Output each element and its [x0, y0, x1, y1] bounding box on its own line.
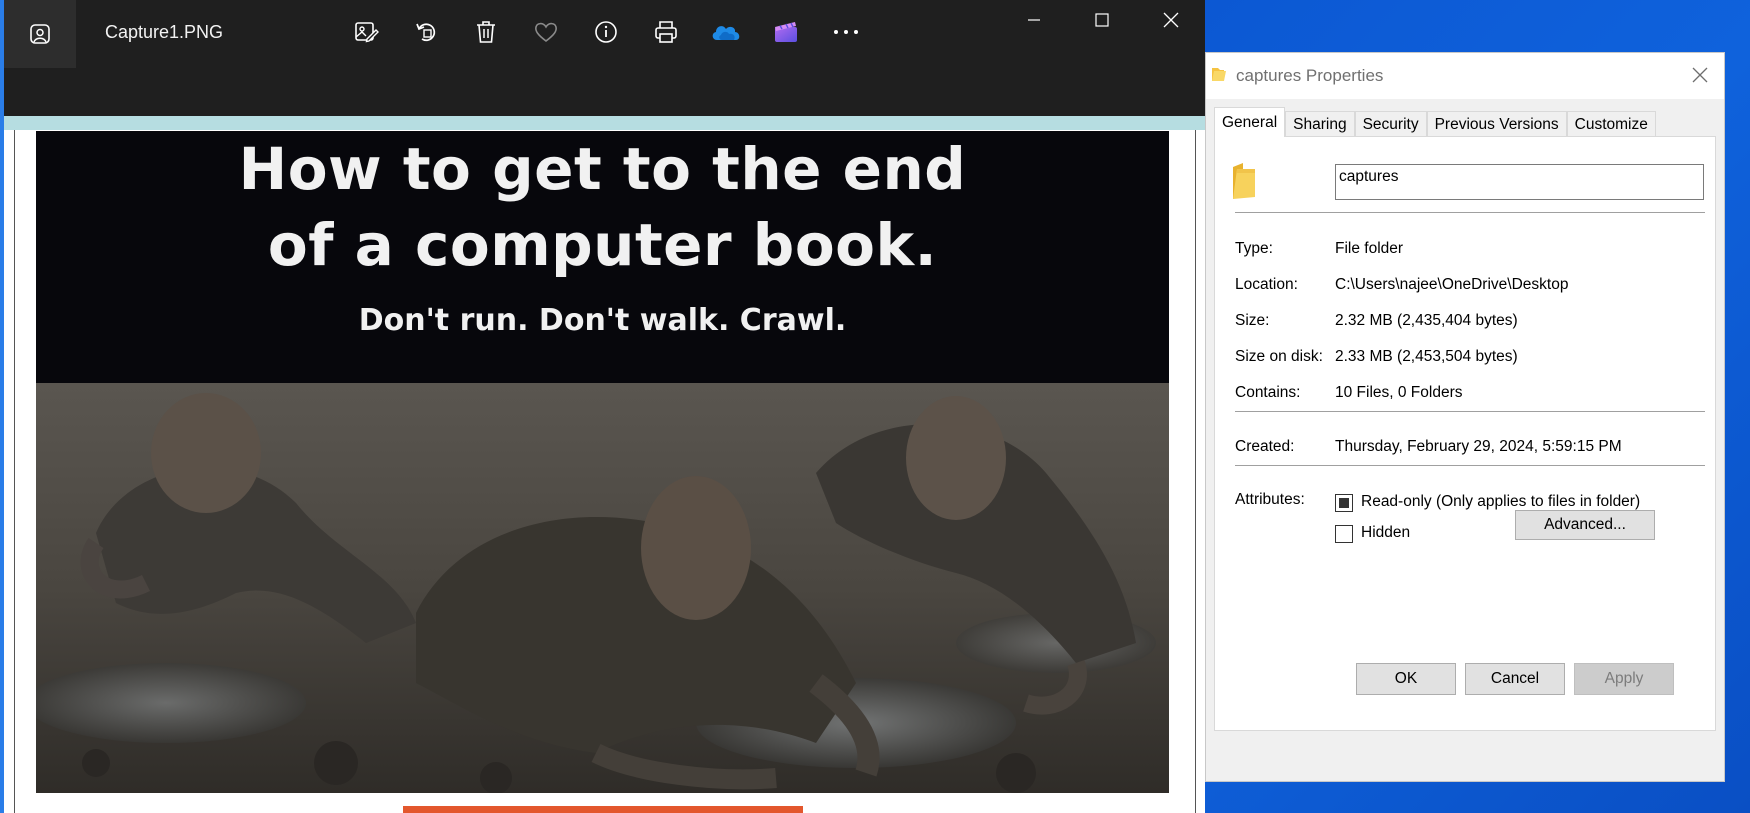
size-on-disk-label: Size on disk: — [1235, 348, 1323, 365]
photos-app-icon — [30, 24, 50, 44]
meme-caption-line-1: How to get to the end — [238, 135, 967, 203]
info-button[interactable] — [588, 14, 624, 50]
location-value: C:\Users\najee\OneDrive\Desktop — [1335, 276, 1569, 293]
type-value: File folder — [1335, 240, 1404, 257]
minimize-button[interactable] — [1000, 0, 1068, 40]
meme-caption: How to get to the end of a computer book… — [36, 131, 1169, 383]
orange-accent-bar — [403, 806, 803, 813]
rotate-button[interactable] — [408, 14, 444, 50]
contains-value: 10 Files, 0 Folders — [1335, 384, 1463, 401]
advanced-button[interactable]: Advanced... — [1515, 510, 1655, 540]
tab-previous-versions[interactable]: Previous Versions — [1426, 111, 1567, 137]
close-window-button[interactable] — [1137, 0, 1205, 40]
onedrive-cloud-icon — [712, 26, 740, 40]
mud-crawl-photo — [36, 383, 1169, 793]
print-button[interactable] — [648, 14, 684, 50]
general-tab-panel: Type: File folder Location: C:\Users\naj… — [1214, 136, 1716, 731]
location-label: Location: — [1235, 276, 1298, 293]
photo-top-strip — [4, 116, 1205, 130]
maximize-button[interactable] — [1068, 0, 1136, 40]
delete-button[interactable] — [468, 14, 504, 50]
photos-app-window: Capture1.PNG How to get to the end of a … — [4, 0, 1205, 813]
meme-caption-line-3: Don't run. Don't walk. Crawl. — [358, 303, 847, 338]
info-icon — [595, 21, 617, 43]
clipchamp-icon — [775, 22, 797, 42]
photos-app-button[interactable] — [4, 0, 76, 68]
favorite-heart-icon — [535, 22, 557, 43]
meme-image: How to get to the end of a computer book… — [36, 131, 1169, 793]
created-value: Thursday, February 29, 2024, 5:59:15 PM — [1335, 438, 1622, 455]
created-label: Created: — [1235, 438, 1295, 455]
minimize-icon — [1028, 19, 1040, 21]
clipchamp-button[interactable] — [768, 14, 804, 50]
size-value: 2.32 MB (2,435,404 bytes) — [1335, 312, 1518, 329]
separator — [1235, 465, 1705, 466]
dialog-close-button[interactable] — [1686, 61, 1714, 89]
folder-icon — [1212, 68, 1226, 81]
photo-frame-border-left — [14, 130, 15, 813]
dialog-titlebar: captures Properties — [1206, 53, 1724, 99]
separator — [1235, 411, 1705, 412]
dialog-tabs: General Sharing Security Previous Versio… — [1214, 107, 1656, 137]
readonly-label[interactable]: Read-only (Only applies to files in fold… — [1361, 493, 1640, 511]
apply-button[interactable]: Apply — [1574, 663, 1674, 695]
photos-titlebar: Capture1.PNG — [4, 0, 1205, 116]
tab-security[interactable]: Security — [1354, 111, 1427, 137]
edit-image-button[interactable] — [348, 14, 384, 50]
ok-button[interactable]: OK — [1356, 663, 1456, 695]
favorite-button[interactable] — [528, 14, 564, 50]
readonly-checkbox[interactable] — [1335, 494, 1353, 512]
edit-image-icon — [355, 22, 379, 43]
close-icon — [1163, 12, 1179, 28]
size-label: Size: — [1235, 312, 1270, 329]
onedrive-button[interactable] — [708, 14, 744, 50]
dialog-title: captures Properties — [1236, 66, 1384, 85]
folder-name-input[interactable] — [1335, 164, 1704, 200]
close-icon — [1692, 67, 1708, 83]
hidden-checkbox[interactable] — [1335, 525, 1353, 543]
hidden-label[interactable]: Hidden — [1361, 524, 1410, 542]
large-folder-icon — [1233, 163, 1255, 199]
attributes-label: Attributes: — [1235, 491, 1305, 508]
meme-caption-line-2: of a computer book. — [267, 211, 938, 279]
tab-customize[interactable]: Customize — [1566, 111, 1656, 137]
cancel-button[interactable]: Cancel — [1465, 663, 1565, 695]
contains-label: Contains: — [1235, 384, 1301, 401]
delete-icon — [477, 21, 495, 43]
rotate-icon — [416, 23, 436, 42]
maximize-icon — [1095, 13, 1109, 27]
size-on-disk-value: 2.33 MB (2,453,504 bytes) — [1335, 348, 1518, 365]
separator — [1235, 212, 1705, 213]
folder-properties-dialog: captures Properties General Sharing Secu… — [1205, 52, 1725, 782]
file-name: Capture1.PNG — [105, 22, 224, 42]
more-options-button[interactable] — [828, 14, 864, 50]
tab-general[interactable]: General — [1214, 107, 1286, 137]
more-options-icon — [834, 30, 858, 34]
print-icon — [655, 21, 677, 43]
type-label: Type: — [1235, 240, 1273, 257]
tab-sharing[interactable]: Sharing — [1285, 111, 1355, 137]
photo-frame-border-right — [1195, 130, 1196, 813]
